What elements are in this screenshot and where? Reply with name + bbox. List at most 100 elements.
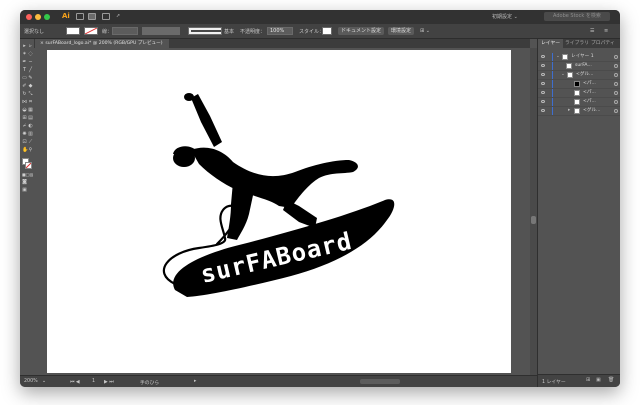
horizontal-scroll-thumb[interactable]: [360, 379, 400, 384]
artboard-nav-arrows[interactable]: ⏮ ◀: [70, 379, 80, 385]
screen-mode-icon[interactable]: ▣: [22, 188, 27, 193]
line-tool-icon[interactable]: ╱: [28, 68, 33, 73]
close-window-button[interactable]: [26, 14, 32, 20]
layer-row[interactable]: ▸ <グル...: [538, 107, 620, 116]
zoom-level[interactable]: 200%: [24, 379, 38, 384]
direct-selection-tool-icon[interactable]: ▹: [28, 44, 33, 49]
perspective-grid-icon[interactable]: ▦: [28, 108, 33, 113]
status-menu-icon[interactable]: ▸: [194, 379, 196, 384]
expand-arrow-icon[interactable]: ▸: [568, 107, 570, 115]
maximize-window-button[interactable]: [44, 14, 50, 20]
minimize-window-button[interactable]: [35, 14, 41, 20]
arrange-icon[interactable]: ⊞ ⌄: [420, 28, 430, 34]
artboard-number[interactable]: 1: [92, 379, 95, 384]
zoom-dropdown-icon[interactable]: ⌄: [42, 379, 46, 384]
artboard[interactable]: surFABoard: [47, 50, 511, 373]
target-circle-icon[interactable]: [614, 109, 618, 113]
stroke-swatch-icon[interactable]: [25, 162, 32, 169]
panel-tabs: レイヤー ライブラリ プロパティ: [538, 39, 620, 48]
tab-layers[interactable]: レイヤー: [538, 39, 564, 48]
visibility-eye-icon[interactable]: [541, 73, 545, 76]
target-circle-icon[interactable]: [614, 64, 618, 68]
canvas-area[interactable]: surFABoard: [34, 48, 530, 375]
delete-layer-icon[interactable]: 🗑: [608, 377, 614, 383]
align-icon[interactable]: ☰: [590, 28, 594, 34]
send-icon[interactable]: ➚: [116, 13, 120, 19]
new-sublayer-icon[interactable]: ▣: [596, 377, 601, 383]
slice-tool-icon[interactable]: ⟋: [28, 140, 33, 145]
stroke-weight-field[interactable]: [112, 27, 138, 35]
app-logo: Ai: [62, 12, 70, 20]
arrange-documents-icon[interactable]: [102, 13, 110, 20]
tab-close-icon[interactable]: ×: [40, 41, 44, 46]
layer-row[interactable]: <パ...: [538, 89, 620, 98]
magic-wand-icon[interactable]: ✶: [22, 52, 27, 57]
bridge-icon[interactable]: [88, 13, 96, 20]
curvature-tool-icon[interactable]: ∽: [28, 60, 33, 65]
shape-builder-icon[interactable]: ◒: [22, 108, 27, 113]
stock-search-input[interactable]: Adobe Stock を検索: [544, 12, 610, 21]
visibility-eye-icon[interactable]: [541, 91, 545, 94]
panel-menu-icon[interactable]: ≡: [604, 28, 608, 34]
home-icon[interactable]: [76, 13, 84, 20]
target-circle-icon[interactable]: [614, 55, 618, 59]
new-layer-icon[interactable]: ⊞: [586, 377, 590, 383]
pen-tool-icon[interactable]: ✒: [22, 60, 27, 65]
stroke-color-swatch[interactable]: [84, 27, 98, 35]
shaper-tool-icon[interactable]: ✐: [22, 84, 27, 89]
tab-properties[interactable]: プロパティ: [588, 39, 618, 48]
blend-tool-icon[interactable]: ◐: [28, 124, 33, 129]
layer-row[interactable]: <パ...: [538, 98, 620, 107]
fill-color-swatch[interactable]: [66, 27, 80, 35]
expand-arrow-icon[interactable]: ⌄: [556, 53, 560, 61]
paintbrush-icon[interactable]: ✎: [28, 76, 33, 81]
visibility-eye-icon[interactable]: [541, 55, 545, 58]
artboard-nav-forward[interactable]: ▶ ⏭: [104, 379, 114, 385]
surfboard-logo-artwork[interactable]: surFABoard: [47, 50, 511, 373]
layer-name: <グル...: [576, 72, 594, 77]
vertical-scrollbar[interactable]: [530, 48, 537, 375]
graph-tool-icon[interactable]: ▥: [28, 132, 33, 137]
target-circle-icon[interactable]: [614, 91, 618, 95]
variable-width-profile[interactable]: [142, 27, 180, 35]
document-tab[interactable]: × surFABoard_logo.ai* @ 200% (RGB/GPU プレ…: [34, 39, 169, 48]
visibility-eye-icon[interactable]: [541, 109, 545, 112]
selection-tool-icon[interactable]: ▸: [22, 44, 27, 49]
layer-row[interactable]: ⌄ <グル...: [538, 71, 620, 80]
preferences-button[interactable]: 環境設定: [388, 27, 415, 35]
workspace-switcher[interactable]: 初期設定 ⌄: [492, 13, 518, 20]
layer-row[interactable]: surFA...: [538, 62, 620, 71]
eyedropper-icon[interactable]: ⌿: [22, 124, 27, 129]
visibility-eye-icon[interactable]: [541, 82, 545, 85]
brush-definition-preview[interactable]: [188, 27, 222, 35]
scroll-thumb[interactable]: [531, 216, 536, 224]
layer-row[interactable]: ⌄ レイヤー 1: [538, 53, 620, 62]
target-circle-icon[interactable]: [614, 73, 618, 77]
visibility-eye-icon[interactable]: [541, 64, 545, 67]
hand-tool-icon[interactable]: ✋: [22, 148, 28, 153]
scale-tool-icon[interactable]: ⤡: [28, 92, 33, 97]
eraser-icon[interactable]: ◆: [28, 84, 33, 89]
opacity-field[interactable]: 100%: [267, 27, 293, 35]
rotate-tool-icon[interactable]: ↻: [22, 92, 27, 97]
gradient-tool-icon[interactable]: ▤: [28, 116, 33, 121]
mesh-tool-icon[interactable]: ⊞: [22, 116, 27, 121]
color-mode-icon[interactable]: ■□▨: [22, 172, 33, 177]
symbol-sprayer-icon[interactable]: ✺: [22, 132, 27, 137]
lasso-icon[interactable]: ◌: [28, 52, 33, 57]
zoom-tool-icon[interactable]: ⚲: [28, 148, 33, 153]
width-tool-icon[interactable]: ⋈: [22, 100, 27, 105]
type-tool-icon[interactable]: T: [22, 68, 27, 73]
artboard-tool-icon[interactable]: ⊡: [22, 140, 27, 145]
drawing-mode-icon[interactable]: ◙: [22, 180, 27, 185]
free-transform-icon[interactable]: ⌗: [28, 100, 33, 105]
rectangle-tool-icon[interactable]: ▭: [22, 76, 27, 81]
document-setup-button[interactable]: ドキュメント設定: [338, 27, 385, 35]
graphic-style-swatch[interactable]: [322, 27, 332, 35]
none-slash-icon: [85, 28, 97, 34]
layer-row[interactable]: <パ...: [538, 80, 620, 89]
expand-arrow-icon[interactable]: ⌄: [561, 71, 565, 79]
visibility-eye-icon[interactable]: [541, 100, 545, 103]
target-circle-icon[interactable]: [614, 82, 618, 86]
target-circle-icon[interactable]: [614, 100, 618, 104]
